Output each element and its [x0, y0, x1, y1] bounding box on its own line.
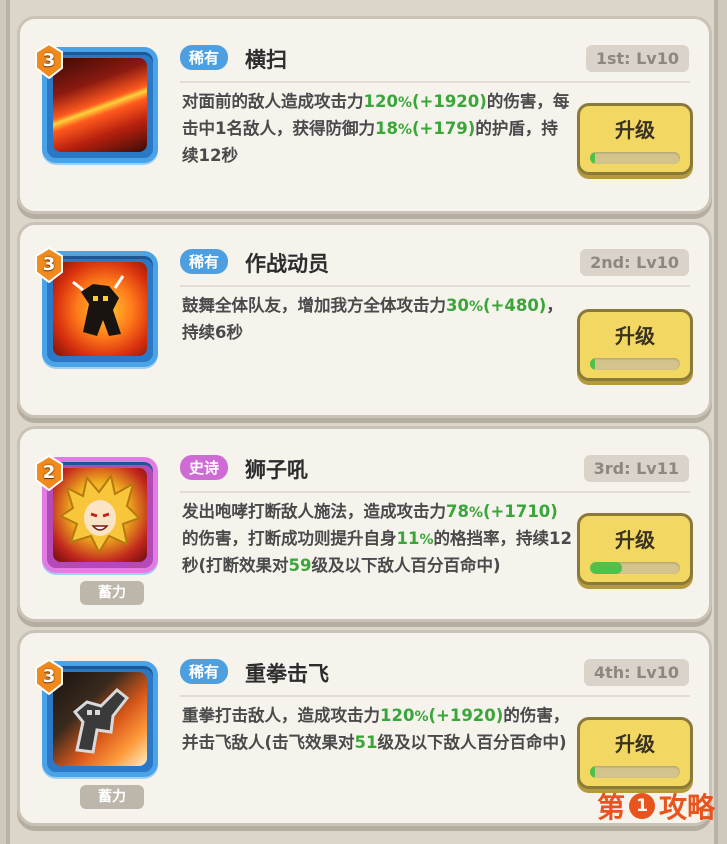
divider — [180, 491, 690, 493]
divider — [180, 695, 690, 697]
site-watermark: 第 1 攻略 — [596, 791, 715, 824]
skill-level: 4th: Lv10 — [583, 659, 689, 686]
star-badge: 2 — [34, 455, 64, 491]
star-badge: 3 — [34, 659, 64, 695]
divider — [180, 81, 690, 83]
skill-card-3: 2 蓄力 史诗 狮子吼 3rd: Lv11 发出咆哮打断敌人施法，造成攻击力78… — [17, 426, 712, 622]
upgrade-progress — [590, 562, 622, 574]
skill-description: 发出咆哮打断敌人施法，造成攻击力78%(+1710)的伤害，打断成功则提升自身1… — [182, 502, 572, 575]
skill-level: 2nd: Lv10 — [580, 249, 689, 276]
star-badge: 3 — [34, 43, 64, 79]
rarity-badge: 稀有 — [180, 249, 229, 274]
upgrade-button[interactable]: 升级 — [577, 103, 693, 175]
rarity-badge: 史诗 — [180, 455, 229, 480]
upgrade-progress — [590, 766, 595, 778]
skill-card-2: 3 稀有 作战动员 2nd: Lv10 鼓舞全体队友，增加我方全体攻击力30%(… — [17, 222, 712, 418]
rarity-badge: 稀有 — [180, 659, 229, 684]
skill-name: 重拳击飞 — [245, 662, 329, 686]
skill-description: 对面前的敌人造成攻击力120%(+1920)的伤害，每击中1名敌人，获得防御力1… — [182, 92, 570, 165]
skill-description: 鼓舞全体队友，增加我方全体攻击力30%(+480)，持续6秒 — [182, 296, 563, 342]
rarity-badge: 稀有 — [180, 45, 229, 70]
charge-badge: 蓄力 — [80, 581, 144, 605]
upgrade-button[interactable]: 升级 — [577, 309, 693, 381]
skill-name: 狮子吼 — [245, 458, 308, 482]
charge-badge: 蓄力 — [80, 785, 144, 809]
skill-card-1: 3 稀有 横扫 1st: Lv10 对面前的敌人造成攻击力120%(+1920)… — [17, 16, 712, 214]
skill-name: 横扫 — [245, 48, 287, 72]
skill-name: 作战动员 — [245, 252, 329, 276]
skill-level: 1st: Lv10 — [585, 45, 689, 72]
skill-description: 重拳打击敌人，造成攻击力120%(+1920)的伤害，并击飞敌人(击飞效果对51… — [182, 706, 570, 752]
upgrade-button[interactable]: 升级 — [577, 513, 693, 585]
upgrade-button[interactable]: 升级 — [577, 717, 693, 789]
skill-level: 3rd: Lv11 — [583, 455, 689, 482]
divider — [180, 285, 690, 287]
upgrade-progress — [590, 358, 595, 370]
upgrade-progress — [590, 152, 595, 164]
star-badge: 3 — [34, 247, 64, 283]
